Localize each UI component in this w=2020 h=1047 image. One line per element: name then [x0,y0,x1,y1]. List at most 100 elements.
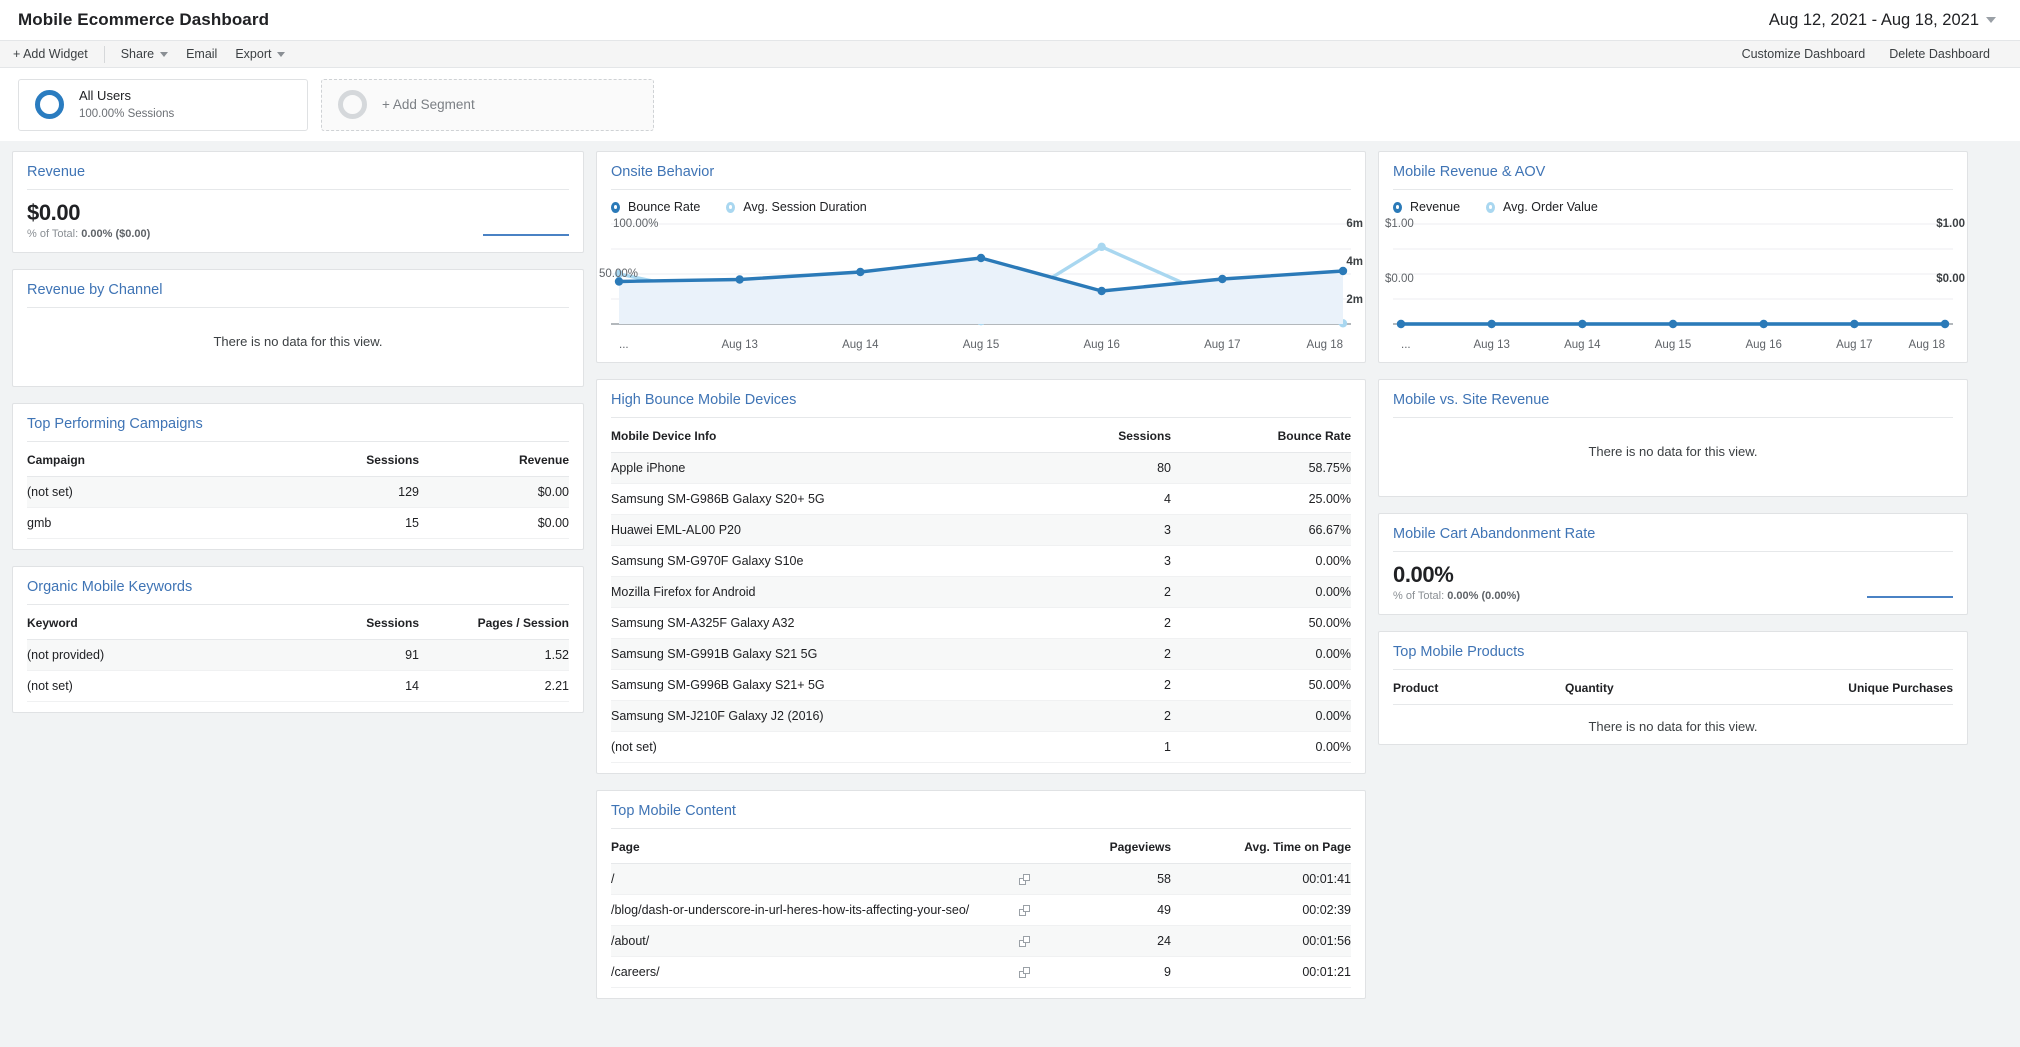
column-header[interactable]: Sessions [269,605,419,640]
widget-title-onsite-behavior[interactable]: Onsite Behavior [597,152,1365,189]
table-cell-value: 50.00% [1171,670,1351,701]
external-link-icon[interactable] [1011,864,1041,895]
table-row[interactable]: Huawei EML-AL00 P20366.67% [611,515,1351,546]
table-row[interactable]: (not set)10.00% [611,732,1351,763]
widget-title-mobile-revenue-aov[interactable]: Mobile Revenue & AOV [1379,152,1967,189]
revenue-sparkline [483,222,569,240]
table-cell-value: 15 [269,508,419,539]
table-cell-value: 4 [991,484,1171,515]
column-header[interactable]: Page [611,829,1011,864]
table-row[interactable]: Mozilla Firefox for Android20.00% [611,577,1351,608]
share-button[interactable]: Share [112,42,177,66]
segment-name: All Users [79,87,174,106]
mobile-vs-site-revenue-no-data: There is no data for this view. [1379,418,1967,459]
table-cell-value: 24 [1041,926,1171,957]
widget-title-mobile-vs-site-revenue[interactable]: Mobile vs. Site Revenue [1379,380,1967,417]
customize-dashboard-button[interactable]: Customize Dashboard [1730,42,1878,66]
table-cell-label: Samsung SM-J210F Galaxy J2 (2016) [611,701,991,732]
table-row[interactable]: Samsung SM-G970F Galaxy S10e30.00% [611,546,1351,577]
table-row[interactable]: Samsung SM-J210F Galaxy J2 (2016)20.00% [611,701,1351,732]
legend-item-avg-order-value[interactable]: Avg. Order Value [1486,200,1598,214]
legend-item-bounce-rate[interactable]: Bounce Rate [611,200,700,214]
table-row[interactable]: /careers/900:01:21 [611,957,1351,988]
column-header[interactable]: Product [1393,670,1521,705]
table-head: Page Pageviews Avg. Time on Page [611,829,1351,864]
table-row[interactable]: /about/2400:01:56 [611,926,1351,957]
x-axis-tick: Aug 14 [842,339,879,351]
table-cell-value: 0.00% [1171,546,1351,577]
y-axis-tick-right: $1.00 [1936,218,1965,230]
y-axis-tick-left: 100.00% [613,218,658,230]
date-range-selector[interactable]: Aug 12, 2021 - Aug 18, 2021 [1761,8,2002,33]
column-header[interactable]: Campaign [27,442,269,477]
widget-title-revenue[interactable]: Revenue [13,152,583,189]
legend-item-avg-session-duration[interactable]: Avg. Session Duration [726,200,866,214]
legend-dot-icon [611,202,620,213]
widget-title-organic-keywords[interactable]: Organic Mobile Keywords [13,567,583,604]
table-row[interactable]: (not set)142.21 [27,671,569,702]
column-header[interactable]: Pageviews [1041,829,1171,864]
table-row[interactable]: /5800:01:41 [611,864,1351,895]
table-cell-label: /careers/ [611,957,1011,988]
organic-keywords-table-wrap: Keyword Sessions Pages / Session (not pr… [13,605,583,712]
widget-title-cart-abandonment[interactable]: Mobile Cart Abandonment Rate [1379,514,1967,551]
column-header[interactable]: Revenue [419,442,569,477]
column-header[interactable]: Sessions [269,442,419,477]
column-header[interactable]: Keyword [27,605,269,640]
table-cell-label: (not provided) [27,640,269,671]
add-widget-button[interactable]: + Add Widget [4,42,97,66]
series-point [1941,320,1949,328]
export-button[interactable]: Export [226,42,294,66]
table-row[interactable]: Samsung SM-A325F Galaxy A32250.00% [611,608,1351,639]
table-head: Mobile Device Info Sessions Bounce Rate [611,418,1351,453]
column-header[interactable]: Avg. Time on Page [1171,829,1351,864]
high-bounce-devices-table: Mobile Device Info Sessions Bounce Rate … [611,418,1351,763]
dashboard-column-right: Mobile Revenue & AOV Revenue Avg. Order … [1378,151,1968,745]
table-cell-label: Mozilla Firefox for Android [611,577,991,608]
table-row[interactable]: Samsung SM-G986B Galaxy S20+ 5G425.00% [611,484,1351,515]
column-header[interactable]: Unique Purchases [1658,670,1953,705]
table-cell-value: 2 [991,577,1171,608]
table-head: Keyword Sessions Pages / Session [27,605,569,640]
column-header[interactable]: Pages / Session [419,605,569,640]
add-segment-button[interactable]: + Add Segment [321,79,654,131]
segment-all-users[interactable]: All Users 100.00% Sessions [18,79,308,131]
column-header[interactable]: Quantity [1521,670,1658,705]
table-cell-label: (not set) [27,477,269,508]
series-point [1669,320,1677,328]
email-button[interactable]: Email [177,42,226,66]
widget-title-high-bounce-devices[interactable]: High Bounce Mobile Devices [597,380,1365,417]
widget-title-top-mobile-products[interactable]: Top Mobile Products [1379,632,1967,669]
table-row[interactable]: Samsung SM-G996B Galaxy S21+ 5G250.00% [611,670,1351,701]
add-widget-label: + Add Widget [13,47,88,61]
column-header[interactable]: Sessions [991,418,1171,453]
widget-title-top-campaigns[interactable]: Top Performing Campaigns [13,404,583,441]
legend-item-revenue[interactable]: Revenue [1393,200,1460,214]
widget-title-revenue-by-channel[interactable]: Revenue by Channel [13,270,583,307]
external-link-icon[interactable] [1011,895,1041,926]
table-head: Product Quantity Unique Purchases [1393,670,1953,705]
widget-mobile-vs-site-revenue: Mobile vs. Site Revenue There is no data… [1378,379,1968,497]
table-row[interactable]: (not set)129$0.00 [27,477,569,508]
table-row[interactable]: /blog/dash-or-underscore-in-url-heres-ho… [611,895,1351,926]
delete-dashboard-button[interactable]: Delete Dashboard [1877,42,2002,66]
column-header-icon [1011,829,1041,864]
column-header[interactable]: Bounce Rate [1171,418,1351,453]
widget-title-top-mobile-content[interactable]: Top Mobile Content [597,791,1365,828]
segment-bar: All Users 100.00% Sessions + Add Segment [0,68,2020,141]
table-cell-label: Samsung SM-G986B Galaxy S20+ 5G [611,484,991,515]
external-link-icon[interactable] [1011,926,1041,957]
table-row[interactable]: (not provided)911.52 [27,640,569,671]
add-segment-ring-icon [338,90,367,119]
external-link-icon[interactable] [1011,957,1041,988]
column-header[interactable]: Mobile Device Info [611,418,991,453]
table-row[interactable]: gmb15$0.00 [27,508,569,539]
table-row[interactable]: Samsung SM-G991B Galaxy S21 5G20.00% [611,639,1351,670]
table-cell-label: Samsung SM-G970F Galaxy S10e [611,546,991,577]
y-axis-tick-left: 50.00% [599,268,638,280]
table-cell-value: 129 [269,477,419,508]
table-row[interactable]: Apple iPhone8058.75% [611,453,1351,484]
table-cell-value: 58.75% [1171,453,1351,484]
onsite-behavior-xaxis: ...Aug 13Aug 14Aug 15Aug 16Aug 17Aug 18 [611,336,1351,354]
table-cell-label: (not set) [27,671,269,702]
